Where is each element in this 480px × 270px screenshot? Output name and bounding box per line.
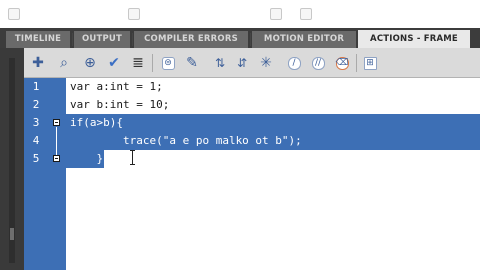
i-beam-cursor-icon bbox=[130, 150, 135, 165]
selection-highlight bbox=[66, 114, 480, 132]
add-statement-icon[interactable]: ✚ bbox=[28, 53, 48, 73]
tab-actions-frame[interactable]: ACTIONS - FRAME bbox=[358, 30, 470, 48]
toolbar-divider bbox=[356, 54, 357, 72]
show-code-hint-icon[interactable]: ⊜ bbox=[158, 53, 178, 73]
tab-timeline[interactable]: TIMELINE bbox=[6, 31, 70, 48]
show-hide-toolbox-icon[interactable]: ⊞ bbox=[360, 53, 380, 73]
tab-compiler-errors[interactable]: COMPILER ERRORS bbox=[134, 31, 248, 48]
apply-block-comment-icon[interactable]: / bbox=[284, 53, 304, 73]
code-line: var a:int = 1; bbox=[70, 80, 163, 93]
code-fold-toggle[interactable] bbox=[53, 155, 60, 162]
tab-motion-editor[interactable]: MOTION EDITOR bbox=[252, 31, 356, 48]
line-number: 2 bbox=[32, 98, 40, 111]
window-control-icon[interactable] bbox=[128, 8, 140, 20]
scrollbar-thumb[interactable] bbox=[10, 228, 14, 240]
code-line: var b:int = 10; bbox=[70, 98, 170, 111]
code-fold-guide bbox=[56, 127, 57, 155]
toolbox-scrollbar[interactable] bbox=[9, 58, 15, 263]
tab-output[interactable]: OUTPUT bbox=[74, 31, 130, 48]
line-number: 4 bbox=[32, 134, 40, 147]
remove-comment-icon[interactable]: ⌫ bbox=[332, 53, 352, 73]
toolbox-glyph: ⊞ bbox=[363, 56, 377, 70]
line-comment-glyph: // bbox=[311, 56, 325, 70]
actions-toolbar: ✚ ⌕ ⊕ ✔ ≣ ⊜ ✎ ⇅ ⇵ ✳ / // ⌫ ⊞ bbox=[24, 48, 480, 78]
find-icon[interactable]: ⌕ bbox=[54, 53, 74, 73]
line-number: 1 bbox=[32, 80, 40, 93]
line-number: 3 bbox=[32, 116, 40, 129]
top-strip bbox=[0, 0, 480, 28]
code-fold-toggle[interactable] bbox=[53, 119, 60, 126]
code-line: if(a>b){ bbox=[70, 116, 123, 129]
debug-options-icon[interactable]: ✎ bbox=[182, 53, 202, 73]
collapse-between-braces-icon[interactable]: ⇅ bbox=[210, 53, 230, 73]
block-comment-glyph: / bbox=[287, 56, 301, 70]
toolbar-divider bbox=[152, 54, 153, 72]
insert-target-path-icon[interactable]: ⊕ bbox=[80, 53, 100, 73]
auto-format-icon[interactable]: ≣ bbox=[128, 53, 148, 73]
window-control-icon[interactable] bbox=[8, 8, 20, 20]
collapse-selection-icon[interactable]: ⇵ bbox=[232, 53, 252, 73]
line-number: 5 bbox=[32, 152, 40, 165]
apply-line-comment-icon[interactable]: // bbox=[308, 53, 328, 73]
window-control-icon[interactable] bbox=[300, 8, 312, 20]
window-control-icon[interactable] bbox=[270, 8, 282, 20]
code-line: } bbox=[70, 152, 104, 165]
expand-all-icon[interactable]: ✳ bbox=[256, 53, 276, 73]
remove-comment-glyph: ⌫ bbox=[335, 56, 349, 70]
tab-divider bbox=[250, 33, 251, 46]
code-hint-glyph: ⊜ bbox=[161, 56, 175, 70]
code-line: trace("a e po malko ot b"); bbox=[70, 134, 302, 147]
tab-divider bbox=[72, 33, 73, 46]
tab-divider bbox=[132, 33, 133, 46]
check-syntax-icon[interactable]: ✔ bbox=[104, 53, 124, 73]
panel-tab-bar: TIMELINE OUTPUT COMPILER ERRORS MOTION E… bbox=[0, 28, 480, 48]
